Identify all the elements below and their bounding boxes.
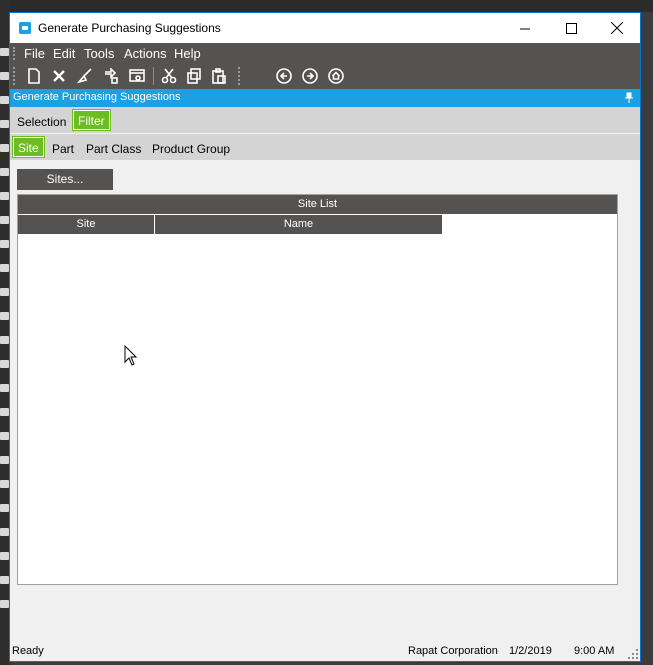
refresh-icon: [105, 68, 118, 84]
column-header-name[interactable]: Name: [155, 215, 443, 234]
app-icon: [19, 22, 31, 34]
mouse-cursor-icon: [124, 345, 138, 366]
status-date: 1/2/2019: [509, 645, 552, 657]
status-company: Rapat Corporation: [408, 645, 498, 657]
menu-file[interactable]: File: [24, 46, 45, 61]
status-time: 9:00 AM: [574, 645, 615, 657]
new-icon: [28, 68, 40, 84]
tab-site[interactable]: Site: [12, 136, 45, 158]
maximize-icon: [565, 22, 577, 34]
filter-tab-strip: Site Part Part Class Product Group: [10, 134, 640, 160]
paste-icon: [212, 68, 226, 84]
desktop-background-top: [0, 0, 653, 12]
column-header-site[interactable]: Site: [18, 215, 155, 234]
print-preview-icon: [129, 69, 145, 82]
copy-icon: [187, 68, 201, 84]
status-state: Ready: [12, 645, 44, 657]
close-button[interactable]: [594, 13, 640, 43]
minimize-button[interactable]: [502, 13, 548, 43]
clear-button[interactable]: [76, 67, 94, 85]
forward-button[interactable]: [301, 67, 319, 85]
delete-button[interactable]: [50, 67, 68, 85]
menu-actions[interactable]: Actions: [124, 46, 167, 61]
forward-icon: [302, 68, 318, 84]
main-tab-strip: Selection Filter: [10, 107, 640, 133]
resize-grip-icon[interactable]: [628, 649, 638, 659]
delete-icon: [53, 70, 65, 82]
status-bar: Ready Rapat Corporation 1/2/2019 9:00 AM: [10, 641, 640, 661]
home-icon: [328, 68, 344, 84]
tab-filter[interactable]: Filter: [72, 109, 111, 131]
menu-tools[interactable]: Tools: [84, 46, 114, 61]
back-button[interactable]: [275, 67, 293, 85]
window-title: Generate Purchasing Suggestions: [38, 21, 221, 35]
pin-button[interactable]: [624, 92, 634, 104]
sites-button[interactable]: Sites...: [17, 169, 113, 190]
cut-icon: [161, 68, 177, 84]
pin-icon: [625, 92, 633, 103]
new-button[interactable]: [24, 67, 42, 85]
toolbar-separator: [153, 67, 154, 85]
tab-product-group[interactable]: Product Group: [148, 139, 234, 159]
menu-grip[interactable]: [13, 47, 17, 60]
menu-help[interactable]: Help: [174, 46, 201, 61]
print-preview-button[interactable]: [128, 67, 146, 85]
minimize-icon: [519, 28, 530, 29]
clear-icon: [77, 68, 92, 84]
grid-caption: Site List: [18, 195, 617, 214]
toolbar-grip[interactable]: [13, 67, 17, 85]
site-list-grid[interactable]: Site List Site Name: [17, 194, 618, 585]
menu-edit[interactable]: Edit: [53, 46, 75, 61]
maximize-button[interactable]: [548, 13, 594, 43]
back-icon: [276, 68, 292, 84]
app-window: Generate Purchasing Suggestions File Edi…: [9, 12, 641, 662]
copy-button[interactable]: [185, 67, 203, 85]
close-icon: [611, 22, 623, 34]
title-bar[interactable]: Generate Purchasing Suggestions: [10, 13, 640, 43]
paste-button[interactable]: [210, 67, 228, 85]
form-title: Generate Purchasing Suggestions: [13, 91, 181, 103]
tab-selection[interactable]: Selection: [13, 112, 70, 132]
tab-part-class[interactable]: Part Class: [82, 139, 145, 159]
toolbar-grip-2[interactable]: [238, 67, 242, 85]
home-button[interactable]: [327, 67, 345, 85]
form-header: Generate Purchasing Suggestions: [10, 89, 640, 107]
toolbar: [10, 63, 640, 89]
grid-header-row: Site Name: [18, 215, 443, 234]
site-filter-panel: Sites... Site List Site Name: [10, 160, 640, 640]
menu-bar: File Edit Tools Actions Help: [10, 43, 640, 63]
tab-part[interactable]: Part: [48, 139, 78, 159]
cut-button[interactable]: [160, 67, 178, 85]
refresh-button[interactable]: [102, 67, 120, 85]
